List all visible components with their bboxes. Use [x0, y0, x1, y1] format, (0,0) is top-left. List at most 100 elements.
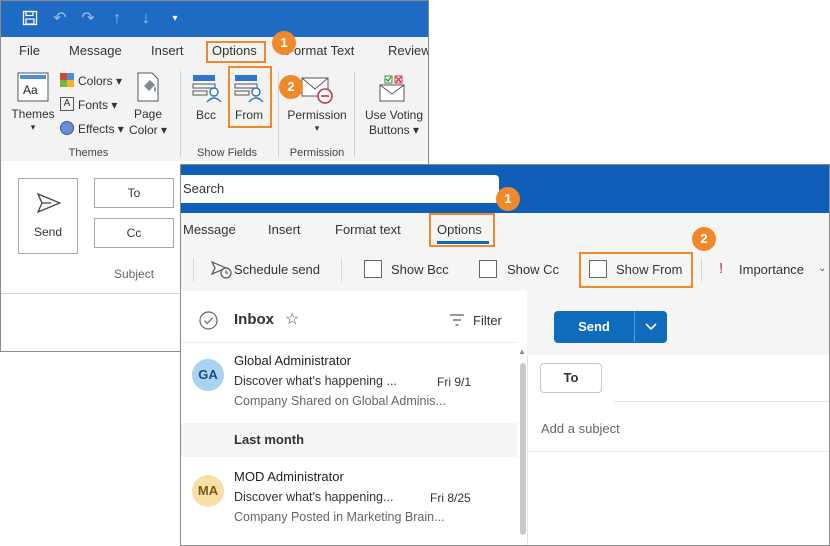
message-preview: Company Shared on Global Adminis... [234, 394, 446, 408]
section-header: Last month [181, 423, 517, 457]
inbox-title: Inbox [234, 311, 274, 328]
quick-access-toolbar: ↶ ↷ ↑ ↓ ▾ [1, 1, 428, 37]
step-badge-1: 1 [272, 31, 296, 55]
bcc-icon[interactable] [192, 73, 222, 108]
to-button[interactable]: To [540, 363, 602, 393]
avatar: MA [192, 475, 224, 507]
send-button[interactable]: Send [554, 311, 634, 343]
tab-message[interactable]: Message [69, 43, 122, 58]
classic-cc-button[interactable]: Cc [94, 218, 174, 248]
arrow-up-icon[interactable]: ↑ [108, 10, 126, 28]
tab-message[interactable]: Message [183, 222, 236, 237]
filter-icon[interactable] [449, 313, 465, 332]
permission-icon[interactable] [301, 75, 335, 110]
classic-subject-label: Subject [114, 267, 155, 281]
show-from-highlight [579, 252, 693, 288]
new-outlook-toolbar: Schedule send Show Bcc Show Cc Show From… [181, 249, 829, 292]
voting-buttons-icon[interactable] [379, 75, 409, 110]
list-item[interactable]: GA Global Administrator Discover what's … [181, 342, 517, 423]
redo-icon[interactable]: ↷ [79, 10, 97, 28]
permission-label[interactable]: Permission [285, 108, 349, 122]
page-color-label[interactable]: Page [127, 107, 169, 121]
filter-button[interactable]: Filter [473, 313, 502, 328]
undo-icon[interactable]: ↶ [51, 10, 69, 28]
favorite-star-icon[interactable]: ☆ [285, 309, 299, 329]
tab-insert[interactable]: Insert [268, 222, 301, 237]
tab-review[interactable]: Review [388, 43, 428, 58]
scrollbar-thumb[interactable] [520, 363, 526, 535]
page-color-label-2[interactable]: Color ▾ [123, 123, 173, 137]
fonts-icon[interactable]: A [60, 97, 74, 111]
section-header-label: Last month [234, 432, 305, 447]
bcc-label[interactable]: Bcc [189, 108, 223, 122]
importance-button[interactable]: Importance [739, 262, 804, 277]
importance-icon[interactable]: ! [719, 260, 723, 277]
classic-send-button[interactable]: Send [18, 178, 78, 254]
schedule-send-icon[interactable] [210, 260, 233, 284]
themes-label[interactable]: Themes [11, 107, 55, 121]
show-bcc-checkbox[interactable] [364, 260, 382, 278]
classic-ribbon: Aa Themes ▾ Colors ▾ A Fonts ▾ Effects ▾… [1, 65, 428, 162]
from-button-highlight [228, 66, 272, 128]
subject-input[interactable]: Add a subject [541, 421, 620, 436]
show-cc-label[interactable]: Show Cc [507, 262, 559, 277]
message-preview: Company Posted in Marketing Brain... [234, 510, 445, 524]
send-options-chevron-icon[interactable] [635, 311, 667, 343]
toolbar-divider [341, 258, 342, 282]
ribbon-divider [180, 71, 181, 157]
save-icon[interactable] [21, 10, 39, 28]
customize-toolbar-icon[interactable]: ▾ [166, 10, 184, 28]
permission-dropdown-arrow[interactable]: ▾ [285, 123, 349, 134]
group-show-fields-label: Show Fields [197, 147, 257, 159]
tab-file[interactable]: File [19, 43, 40, 58]
page-color-icon[interactable] [135, 72, 161, 107]
new-outlook-ribbon-tabs: Message Insert Format text Options [181, 213, 829, 249]
list-item[interactable]: MA MOD Administrator Discover what's hap… [181, 457, 517, 537]
toolbar-divider [701, 258, 702, 282]
colors-icon[interactable] [60, 73, 74, 92]
search-input[interactable]: Search [181, 175, 499, 203]
arrow-down-icon[interactable]: ↓ [137, 10, 155, 28]
sender-name: MOD Administrator [234, 469, 344, 484]
send-split-button: Send [554, 311, 667, 343]
to-divider [614, 401, 829, 402]
effects-icon[interactable] [60, 121, 74, 135]
message-list: Inbox ☆ Filter GA Global Administrator D… [181, 291, 527, 545]
tab-insert[interactable]: Insert [151, 43, 184, 58]
fonts-label[interactable]: Fonts ▾ [78, 98, 117, 112]
show-bcc-label[interactable]: Show Bcc [391, 262, 449, 277]
message-subject: Discover what's happening... [234, 490, 394, 504]
colors-label[interactable]: Colors ▾ [78, 74, 122, 88]
themes-dropdown-arrow[interactable]: ▾ [11, 122, 55, 133]
avatar: GA [192, 359, 224, 391]
scroll-up-arrow[interactable]: ▲ [518, 347, 526, 356]
options-tab-highlight [429, 213, 495, 247]
group-permission-label: Permission [289, 147, 345, 159]
chevron-down-icon[interactable]: ⌄ [818, 263, 826, 274]
show-cc-checkbox[interactable] [479, 260, 497, 278]
send-icon [36, 192, 62, 216]
tab-format-text[interactable]: Format Text [286, 43, 354, 58]
compose-body: To Add a subject [527, 355, 829, 545]
voting-buttons-label[interactable]: Use Voting [361, 108, 427, 122]
voting-buttons-label-2[interactable]: Buttons ▾ [361, 123, 427, 137]
subject-divider [528, 451, 829, 452]
tab-format-text[interactable]: Format text [335, 222, 401, 237]
new-outlook-window: Search Message Insert Format text Option… [180, 164, 830, 546]
schedule-send-button[interactable]: Schedule send [234, 262, 320, 277]
effects-label[interactable]: Effects ▾ [78, 122, 124, 136]
step-badge-2: 2 [692, 227, 716, 251]
message-date: Fri 9/1 [437, 375, 472, 389]
classic-to-button[interactable]: To [94, 178, 174, 208]
compose-pane: Send To Add a subject [527, 291, 829, 545]
themes-icon[interactable]: Aa [17, 72, 49, 107]
options-tab-highlight [206, 41, 266, 63]
ribbon-divider [354, 71, 355, 157]
step-badge-1: 1 [496, 187, 520, 211]
message-subject: Discover what's happening ... [234, 374, 397, 388]
select-all-icon[interactable] [199, 311, 218, 335]
svg-text:Aa: Aa [23, 83, 38, 97]
sender-name: Global Administrator [234, 353, 352, 368]
message-date: Fri 8/25 [430, 491, 471, 505]
toolbar-divider [193, 258, 194, 282]
